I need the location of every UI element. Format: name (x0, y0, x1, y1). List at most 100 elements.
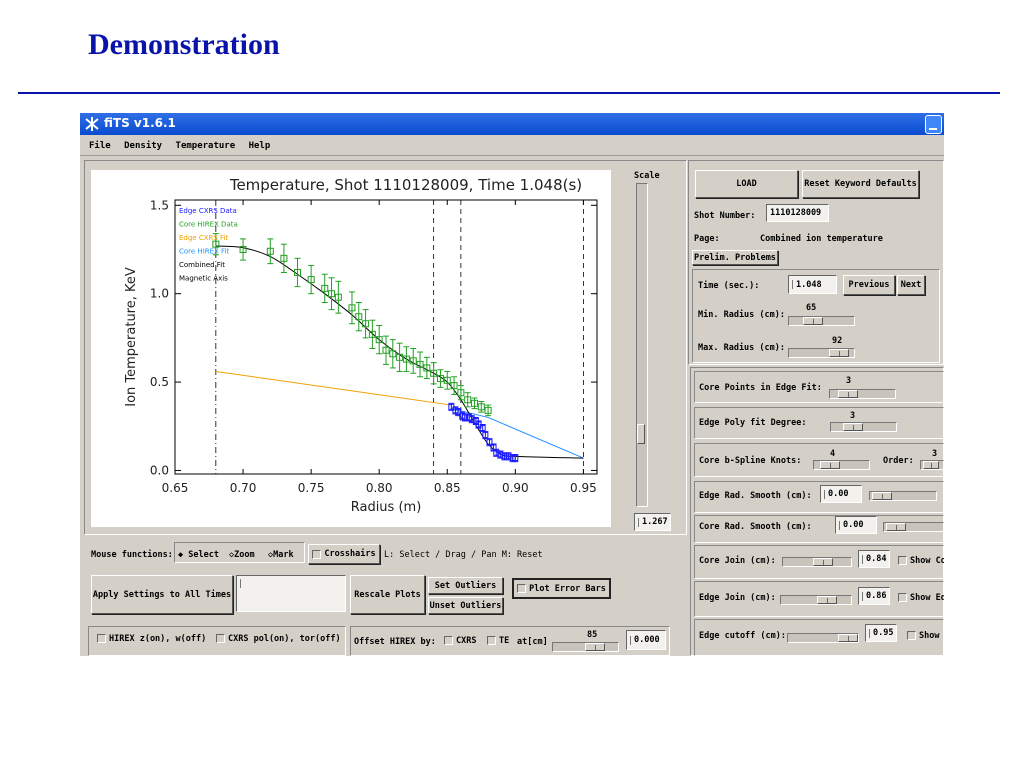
edge-smooth-slider[interactable] (869, 491, 937, 501)
core-join-field[interactable]: 0.84 (858, 550, 890, 568)
zoom-radio[interactable]: ◇Zoom (229, 550, 255, 560)
core-join-slider[interactable] (782, 557, 852, 567)
slider-thumb[interactable] (843, 423, 863, 431)
show-edge-toggle[interactable]: Show Ed (898, 593, 944, 603)
max-radius-slider[interactable] (788, 348, 855, 358)
checkbox-icon (97, 634, 106, 643)
offset-value-field[interactable]: 0.000 (626, 630, 666, 650)
slider-thumb[interactable] (803, 317, 823, 325)
select-radio[interactable]: ◆ Select (178, 550, 219, 560)
checkbox-icon (312, 549, 322, 559)
reset-defaults-button[interactable]: Reset Keyword Defaults (802, 170, 919, 198)
message-field[interactable] (236, 575, 346, 612)
edge-cutoff-field[interactable]: 0.95 (865, 624, 897, 642)
edge-cxrs-point (512, 454, 519, 463)
max-radius-value: 92 (832, 336, 843, 346)
core-points-slider[interactable] (829, 389, 896, 399)
minimize-button[interactable] (925, 115, 942, 134)
shot-number-field[interactable]: 1110128009 (766, 204, 829, 222)
min-radius-slider[interactable] (788, 316, 855, 326)
edge-join-slider[interactable] (780, 595, 852, 605)
offset-te-toggle[interactable]: TE (487, 636, 509, 646)
edge-cxrs-point (468, 415, 475, 424)
slider-thumb[interactable] (817, 596, 837, 604)
show-core-toggle[interactable]: Show Co (898, 556, 944, 566)
edge-join-field[interactable]: 0.86 (858, 587, 890, 605)
slider-thumb[interactable] (820, 461, 840, 469)
edge-poly-slider[interactable] (830, 422, 897, 432)
slider-thumb[interactable] (838, 634, 858, 642)
core-hirex-point (307, 264, 315, 295)
core-knots-slider[interactable] (813, 460, 870, 470)
slider-thumb[interactable] (838, 390, 858, 398)
core-hirex-point (355, 302, 363, 332)
menu-temperature[interactable]: Temperature (176, 141, 236, 151)
slider-thumb[interactable] (886, 523, 906, 531)
app-icon (85, 117, 99, 131)
next-button[interactable]: Next (897, 275, 925, 295)
core-hirex-point (470, 397, 478, 410)
checkbox-icon (216, 634, 225, 643)
menu-file[interactable]: File (89, 141, 111, 151)
crosshairs-toggle[interactable]: Crosshairs (308, 544, 380, 564)
core-hirex-point (382, 335, 390, 365)
checkbox-icon (517, 584, 527, 593)
edge-smooth-label: Edge Rad. Smooth (cm): (699, 491, 812, 501)
core-hirex-point (239, 238, 247, 261)
core-hirex-point (416, 351, 424, 378)
y-tick-label: 1.0 (150, 287, 169, 301)
order-value: 3 (932, 449, 938, 459)
order-slider[interactable] (920, 460, 944, 470)
plot-error-bars-toggle[interactable]: Plot Error Bars (512, 578, 611, 599)
scale-slider[interactable] (636, 183, 648, 507)
legend-entry: Magnetic Axis (179, 275, 228, 283)
edge-smooth-field[interactable]: 0.00 (820, 485, 862, 503)
scale-slider-thumb[interactable] (637, 424, 645, 444)
slider-thumb[interactable] (585, 643, 605, 651)
window-titlebar[interactable]: fiTS v1.6.1 (80, 113, 944, 135)
edge-cutoff-slider[interactable] (787, 633, 859, 643)
plot-canvas[interactable]: Temperature, Shot 1110128009, Time 1.048… (91, 170, 611, 527)
scale-field[interactable]: 1.267 (634, 513, 671, 531)
menu-help[interactable]: Help (249, 141, 271, 151)
x-tick-label: 0.95 (570, 481, 597, 495)
prelim-problems-button[interactable]: Prelim. Problems (692, 250, 778, 265)
core-smooth-slider[interactable] (883, 522, 944, 532)
load-button[interactable]: LOAD (695, 170, 798, 198)
at-cm-slider[interactable] (552, 642, 619, 652)
app-window: fiTS v1.6.1 File Density Temperature Hel… (80, 113, 944, 656)
mark-radio[interactable]: ◇Mark (268, 550, 294, 560)
core-points-value: 3 (846, 376, 852, 386)
rescale-plots-button[interactable]: Rescale Plots (350, 575, 425, 614)
x-tick-label: 0.90 (502, 481, 529, 495)
unset-outliers-button[interactable]: Unset Outliers (428, 597, 503, 614)
time-field[interactable]: 1.048 (788, 275, 837, 294)
offset-cxrs-toggle[interactable]: CXRS (444, 636, 476, 646)
menu-density[interactable]: Density (124, 141, 162, 151)
at-cm-label: at[cm] (517, 637, 548, 647)
edge-cutoff-label: Edge cutoff (cm): (699, 631, 786, 641)
set-outliers-button[interactable]: Set Outliers (428, 577, 503, 594)
slider-thumb[interactable] (829, 349, 849, 357)
apply-all-button[interactable]: Apply Settings to All Times (91, 575, 233, 614)
core-hirex-point (375, 325, 383, 355)
show-cutoff-toggle[interactable]: Show (907, 631, 939, 641)
hirex-toggle[interactable]: HIREX z(on), w(off) (97, 634, 206, 644)
slider-thumb[interactable] (813, 558, 833, 566)
previous-button[interactable]: Previous (843, 275, 895, 295)
core-hirex-point (348, 291, 356, 325)
core-knots-value: 4 (830, 449, 836, 459)
edge-poly-value: 3 (850, 411, 856, 421)
mouse-help-text: L: Select / Drag / Pan M: Reset (384, 550, 543, 560)
core-hirex-point (280, 243, 288, 273)
edge-cxrs-point (497, 450, 504, 459)
core-smooth-field[interactable]: 0.00 (835, 516, 877, 534)
shot-number-label: Shot Number: (694, 211, 756, 221)
page-value: Combined ion temperature (760, 234, 883, 244)
x-tick-label: 0.85 (434, 481, 461, 495)
checkbox-icon (898, 593, 907, 602)
slider-thumb[interactable] (923, 461, 939, 469)
cxrs-toggle[interactable]: CXRS pol(on), tor(off) (216, 634, 341, 644)
slider-thumb[interactable] (872, 492, 892, 500)
slide-divider (18, 92, 1000, 94)
